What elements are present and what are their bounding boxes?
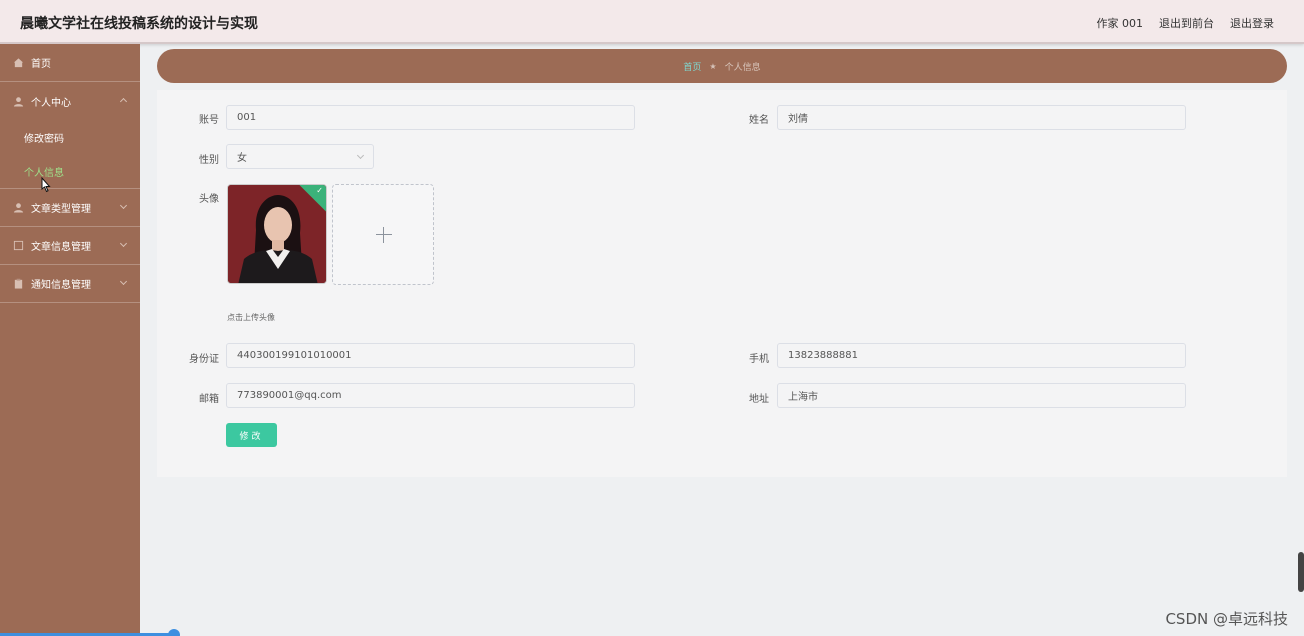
email-field[interactable]: 773890001@qq.com (226, 383, 635, 408)
chevron-up-icon (119, 97, 128, 106)
user-icon (13, 96, 24, 107)
personal-info-form: 账号 001 姓名 刘倩 性别 女 头像 ✓ 点击上传头像 身份证 440300… (157, 90, 1287, 477)
sidebar-item-personal-center[interactable]: 个人中心 (0, 82, 140, 120)
sidebar-item-home[interactable]: 首页 (0, 44, 140, 82)
breadcrumb: 首页 ★ 个人信息 (157, 49, 1287, 83)
gender-selected-value: 女 (237, 153, 247, 164)
back-to-front-link[interactable]: 退出到前台 (1159, 15, 1214, 31)
phone-label: 手机 (749, 354, 769, 365)
page-scrollbar[interactable] (1298, 552, 1304, 592)
mouse-pointer-icon (40, 176, 52, 197)
modify-button[interactable]: 修改 (226, 423, 277, 447)
user-name[interactable]: 作家 001 (1097, 15, 1144, 31)
sidebar-item-label: 文章信息管理 (31, 242, 91, 253)
name-field[interactable]: 刘倩 (777, 105, 1186, 130)
document-icon (13, 240, 24, 251)
id-card-label: 身份证 (189, 354, 219, 365)
sidebar-subitem-personal-info[interactable]: 个人信息 (0, 154, 140, 188)
avatar-image[interactable]: ✓ (227, 184, 327, 284)
sidebar-item-article-info[interactable]: 文章信息管理 (0, 227, 140, 265)
top-header: 晨曦文学社在线投稿系统的设计与实现 作家 001 退出到前台 退出登录 (0, 0, 1304, 44)
sidebar-item-notice-info[interactable]: 通知信息管理 (0, 265, 140, 303)
breadcrumb-current: 个人信息 (724, 62, 761, 73)
breadcrumb-home[interactable]: 首页 (683, 60, 701, 73)
portrait-image (228, 185, 326, 283)
sidebar-item-label: 首页 (31, 59, 51, 70)
star-separator-icon: ★ (709, 61, 717, 71)
chevron-down-icon (356, 151, 365, 160)
name-label: 姓名 (749, 115, 769, 126)
loading-dot (168, 629, 180, 636)
user-icon (13, 203, 24, 213)
chevron-down-icon (119, 239, 128, 248)
avatar-label: 头像 (199, 194, 219, 205)
upload-avatar-button[interactable] (332, 184, 434, 285)
plus-icon (376, 234, 392, 235)
check-icon: ✓ (316, 186, 323, 195)
upload-hint: 点击上传头像 (227, 313, 275, 322)
app-title: 晨曦文学社在线投稿系统的设计与实现 (20, 16, 258, 32)
sidebar-subitem-change-password[interactable]: 修改密码 (0, 120, 140, 154)
gender-label: 性别 (199, 155, 219, 166)
account-field[interactable]: 001 (226, 105, 635, 130)
address-field[interactable]: 上海市 (777, 383, 1186, 408)
address-label: 地址 (749, 394, 769, 405)
sidebar-item-label: 文章类型管理 (31, 204, 91, 215)
logout-link[interactable]: 退出登录 (1230, 15, 1274, 31)
phone-field[interactable]: 13823888881 (777, 343, 1186, 368)
clipboard-icon (14, 278, 23, 289)
sidebar-item-label: 通知信息管理 (31, 280, 91, 291)
watermark: CSDN @卓远科技 (1165, 610, 1288, 628)
gender-select[interactable]: 女 (226, 144, 374, 169)
account-label: 账号 (199, 115, 219, 126)
sidebar-group-personal: 个人中心 修改密码 个人信息 (0, 82, 140, 189)
id-card-field[interactable]: 440300199101010001 (226, 343, 635, 368)
header-links: 作家 001 退出到前台 退出登录 (1097, 15, 1275, 31)
email-label: 邮箱 (199, 394, 219, 405)
home-icon (13, 58, 24, 68)
sidebar: 首页 个人中心 修改密码 个人信息 文章类型管理 文章信息管理 通知信息管理 (0, 44, 140, 636)
sidebar-item-article-type[interactable]: 文章类型管理 (0, 189, 140, 227)
chevron-down-icon (119, 201, 128, 210)
chevron-down-icon (119, 277, 128, 286)
sidebar-item-label: 个人中心 (31, 97, 71, 109)
